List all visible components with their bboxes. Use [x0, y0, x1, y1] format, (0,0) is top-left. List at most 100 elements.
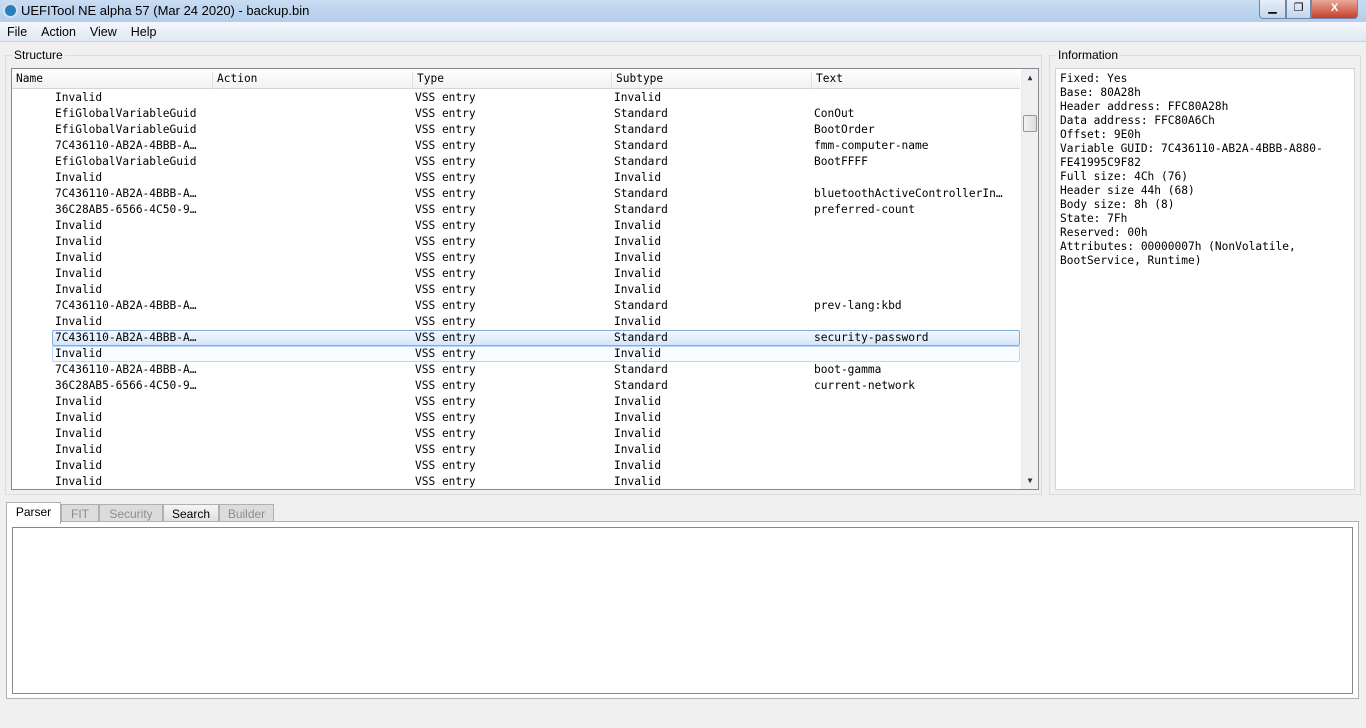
table-row[interactable]: 7C436110-AB2A-4BBB-A… VSS entry Standard bo… [12, 362, 1020, 378]
cell-subtype: Standard [614, 363, 668, 376]
cell-subtype: Invalid [614, 283, 662, 296]
cell-name: Invalid [55, 235, 103, 248]
cell-name: 36C28AB5-6566-4C50-9… [55, 203, 197, 216]
table-row[interactable]: Invalid VSS entry Invalid [12, 266, 1020, 282]
cell-name: Invalid [55, 443, 103, 456]
table-row[interactable]: Invalid VSS entry Invalid [12, 170, 1020, 186]
cell-subtype: Standard [614, 155, 668, 168]
cell-subtype: Invalid [614, 427, 662, 440]
column-name[interactable]: Name [12, 72, 43, 89]
table-row[interactable]: 7C436110-AB2A-4BBB-A… VSS entry Standard fm… [12, 138, 1020, 154]
structure-tree[interactable]: Name Action Type Subtype Text Invalid VSS… [11, 68, 1039, 490]
cell-type: VSS entry [415, 171, 476, 184]
cell-name: Invalid [55, 411, 103, 424]
menu-action[interactable]: Action [34, 22, 83, 41]
table-row[interactable]: Invalid VSS entry Invalid [12, 442, 1020, 458]
cell-subtype: Invalid [614, 443, 662, 456]
cell-type: VSS entry [415, 347, 476, 360]
cell-subtype: Standard [614, 331, 668, 344]
cell-subtype: Invalid [614, 315, 662, 328]
scroll-thumb[interactable] [1023, 115, 1037, 132]
table-row[interactable]: 36C28AB5-6566-4C50-9… VSS entry Standard cu… [12, 378, 1020, 394]
table-row[interactable]: EfiGlobalVariableGuid VSS entry Standard Bo… [12, 154, 1020, 170]
cell-name: EfiGlobalVariableGuid [55, 123, 197, 136]
cell-type: VSS entry [415, 443, 476, 456]
cell-type: VSS entry [415, 475, 476, 488]
cell-text: fmm-computer-name [814, 139, 929, 152]
tab-parser[interactable]: Parser [6, 502, 61, 524]
table-row[interactable]: 36C28AB5-6566-4C50-9… VSS entry Standard pr… [12, 202, 1020, 218]
menu-view[interactable]: View [83, 22, 124, 41]
table-row[interactable]: Invalid VSS entry Invalid [12, 458, 1020, 474]
table-row[interactable]: EfiGlobalVariableGuid VSS entry Standard Bo… [12, 122, 1020, 138]
cell-name: Invalid [55, 315, 103, 328]
table-row[interactable]: Invalid VSS entry Invalid [12, 346, 1020, 362]
cell-subtype: Standard [614, 379, 668, 392]
table-row[interactable]: Invalid VSS entry Invalid [12, 282, 1020, 298]
minimize-button[interactable]: ▁ [1259, 0, 1286, 19]
cell-name: Invalid [55, 219, 103, 232]
parser-output[interactable] [12, 527, 1353, 694]
table-row[interactable]: Invalid VSS entry Invalid [12, 426, 1020, 442]
cell-name: Invalid [55, 171, 103, 184]
table-row[interactable]: Invalid VSS entry Invalid [12, 250, 1020, 266]
menu-file[interactable]: File [0, 22, 34, 41]
scroll-up-arrow-icon[interactable]: ▲ [1022, 69, 1038, 86]
parser-panel [6, 521, 1359, 699]
cell-type: VSS entry [415, 187, 476, 200]
cell-subtype: Invalid [614, 475, 662, 488]
cell-name: 7C436110-AB2A-4BBB-A… [55, 331, 197, 344]
table-row[interactable]: EfiGlobalVariableGuid VSS entry Standard Co… [12, 106, 1020, 122]
cell-text: security-password [814, 331, 929, 344]
cell-text: current-network [814, 379, 916, 392]
cell-type: VSS entry [415, 203, 476, 216]
cell-type: VSS entry [415, 315, 476, 328]
menu-help[interactable]: Help [124, 22, 164, 41]
cell-type: VSS entry [415, 267, 476, 280]
cell-name: 36C28AB5-6566-4C50-9… [55, 379, 197, 392]
cell-subtype: Standard [614, 187, 668, 200]
cell-type: VSS entry [415, 299, 476, 312]
cell-type: VSS entry [415, 427, 476, 440]
cell-name: 7C436110-AB2A-4BBB-A… [55, 187, 197, 200]
column-subtype[interactable]: Subtype [611, 72, 663, 89]
cell-text: BootFFFF [814, 155, 868, 168]
structure-label: Structure [12, 48, 65, 62]
cell-type: VSS entry [415, 411, 476, 424]
cell-name: 7C436110-AB2A-4BBB-A… [55, 363, 197, 376]
column-type[interactable]: Type [412, 72, 444, 89]
vertical-scrollbar[interactable]: ▲ ▼ [1021, 69, 1038, 489]
table-row[interactable]: Invalid VSS entry Invalid [12, 474, 1020, 489]
cell-name: Invalid [55, 395, 103, 408]
column-action[interactable]: Action [212, 72, 257, 89]
cell-name: EfiGlobalVariableGuid [55, 107, 197, 120]
cell-name: 7C436110-AB2A-4BBB-A… [55, 139, 197, 152]
table-row[interactable]: 7C436110-AB2A-4BBB-A… VSS entry Standard se… [12, 330, 1020, 346]
maximize-button[interactable]: ❐ [1286, 0, 1311, 19]
table-row[interactable]: Invalid VSS entry Invalid [12, 90, 1020, 106]
table-row[interactable]: Invalid VSS entry Invalid [12, 234, 1020, 250]
cell-subtype: Invalid [614, 219, 662, 232]
information-text: Fixed: Yes Base: 80A28h Header address: … [1055, 68, 1355, 490]
table-row[interactable]: Invalid VSS entry Invalid [12, 410, 1020, 426]
cell-name: Invalid [55, 427, 103, 440]
cell-subtype: Invalid [614, 267, 662, 280]
table-row[interactable]: Invalid VSS entry Invalid [12, 314, 1020, 330]
cell-text: BootOrder [814, 123, 875, 136]
column-text[interactable]: Text [811, 72, 843, 89]
cell-name: Invalid [55, 347, 103, 360]
cell-subtype: Standard [614, 123, 668, 136]
table-row[interactable]: 7C436110-AB2A-4BBB-A… VSS entry Standard bl… [12, 186, 1020, 202]
cell-text: ConOut [814, 107, 855, 120]
cell-subtype: Standard [614, 299, 668, 312]
cell-name: Invalid [55, 283, 103, 296]
cell-type: VSS entry [415, 107, 476, 120]
scroll-down-arrow-icon[interactable]: ▼ [1022, 472, 1038, 489]
table-row[interactable]: 7C436110-AB2A-4BBB-A… VSS entry Standard pr… [12, 298, 1020, 314]
table-row[interactable]: Invalid VSS entry Invalid [12, 218, 1020, 234]
close-button[interactable]: X [1311, 0, 1358, 19]
cell-subtype: Standard [614, 203, 668, 216]
information-label: Information [1056, 48, 1121, 62]
table-row[interactable]: Invalid VSS entry Invalid [12, 394, 1020, 410]
row-highlight [52, 346, 1020, 362]
